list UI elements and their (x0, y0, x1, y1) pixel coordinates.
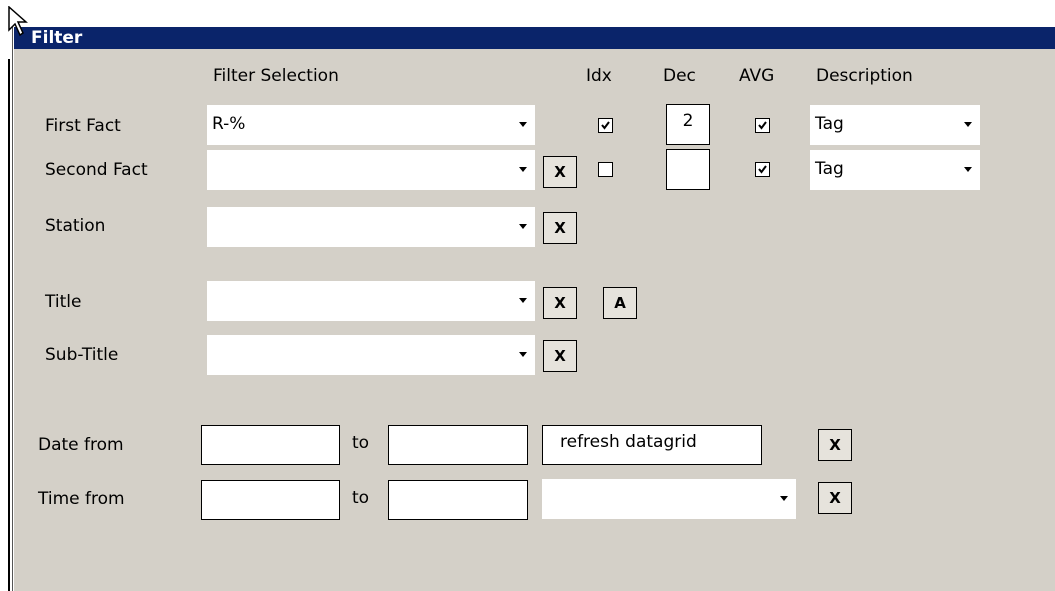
time-from-input[interactable] (201, 480, 340, 520)
window-title: Filter (31, 28, 83, 48)
title-clear-button[interactable]: X (543, 287, 577, 319)
mouse-pointer-icon (8, 6, 28, 37)
time-clear-button[interactable]: X (818, 482, 852, 514)
frame-border-inner (12, 27, 13, 591)
dropdown-arrow-icon[interactable] (519, 122, 527, 127)
checkmark-icon (601, 121, 610, 130)
refresh-datagrid-label: refresh datagrid (560, 432, 697, 452)
date-from-label: Date from (38, 435, 124, 455)
title-auto-button[interactable]: A (603, 287, 637, 319)
header-filter-selection: Filter Selection (213, 66, 339, 86)
time-to-label: to (352, 488, 370, 508)
second-fact-idx-checkbox[interactable] (598, 162, 613, 177)
title-select[interactable] (207, 281, 535, 321)
title-label: Title (45, 292, 82, 312)
sub-title-clear-button[interactable]: X (543, 340, 577, 372)
header-description: Description (816, 66, 913, 86)
first-fact-idx-checkbox[interactable] (598, 118, 613, 133)
dropdown-arrow-icon[interactable] (964, 122, 972, 127)
dropdown-arrow-icon[interactable] (519, 224, 527, 229)
station-clear-button[interactable]: X (543, 212, 577, 244)
sub-title-select[interactable] (207, 335, 535, 375)
first-fact-dec-input[interactable]: 2 (666, 104, 710, 145)
dropdown-arrow-icon[interactable] (519, 298, 527, 303)
first-fact-dec-value: 2 (682, 111, 694, 131)
first-fact-avg-checkbox[interactable] (755, 118, 770, 133)
first-fact-select[interactable]: R-% (207, 105, 535, 145)
dropdown-arrow-icon[interactable] (519, 352, 527, 357)
dropdown-arrow-icon[interactable] (780, 496, 788, 501)
second-fact-avg-checkbox[interactable] (755, 162, 770, 177)
second-fact-dec-input[interactable] (666, 149, 710, 190)
frame-border-left (8, 59, 10, 591)
time-to-input[interactable] (388, 480, 528, 520)
second-fact-description-value: Tag (815, 159, 844, 179)
date-to-label: to (352, 433, 370, 453)
checkmark-icon (758, 165, 767, 174)
dropdown-arrow-icon[interactable] (519, 167, 527, 172)
refresh-datagrid-button[interactable]: refresh datagrid (542, 425, 762, 465)
second-fact-label: Second Fact (45, 160, 148, 180)
date-to-input[interactable] (388, 425, 528, 465)
first-fact-label: First Fact (45, 116, 121, 136)
second-fact-clear-button[interactable]: X (543, 156, 577, 188)
first-fact-description-value: Tag (815, 114, 844, 134)
checkmark-icon (758, 121, 767, 130)
station-select[interactable] (207, 207, 535, 247)
station-label: Station (45, 216, 106, 236)
date-from-input[interactable] (201, 425, 340, 465)
sub-title-label: Sub-Title (45, 345, 119, 365)
first-fact-value: R-% (212, 114, 246, 134)
time-select[interactable] (542, 479, 796, 519)
window-titlebar: Filter (14, 27, 1055, 49)
header-dec: Dec (663, 66, 696, 86)
second-fact-description-select[interactable]: Tag (810, 150, 980, 190)
second-fact-select[interactable] (207, 150, 535, 190)
header-idx: Idx (586, 66, 612, 86)
date-clear-button[interactable]: X (818, 429, 852, 461)
header-avg: AVG (739, 66, 775, 86)
time-from-label: Time from (38, 489, 125, 509)
dropdown-arrow-icon[interactable] (964, 167, 972, 172)
first-fact-description-select[interactable]: Tag (810, 105, 980, 145)
